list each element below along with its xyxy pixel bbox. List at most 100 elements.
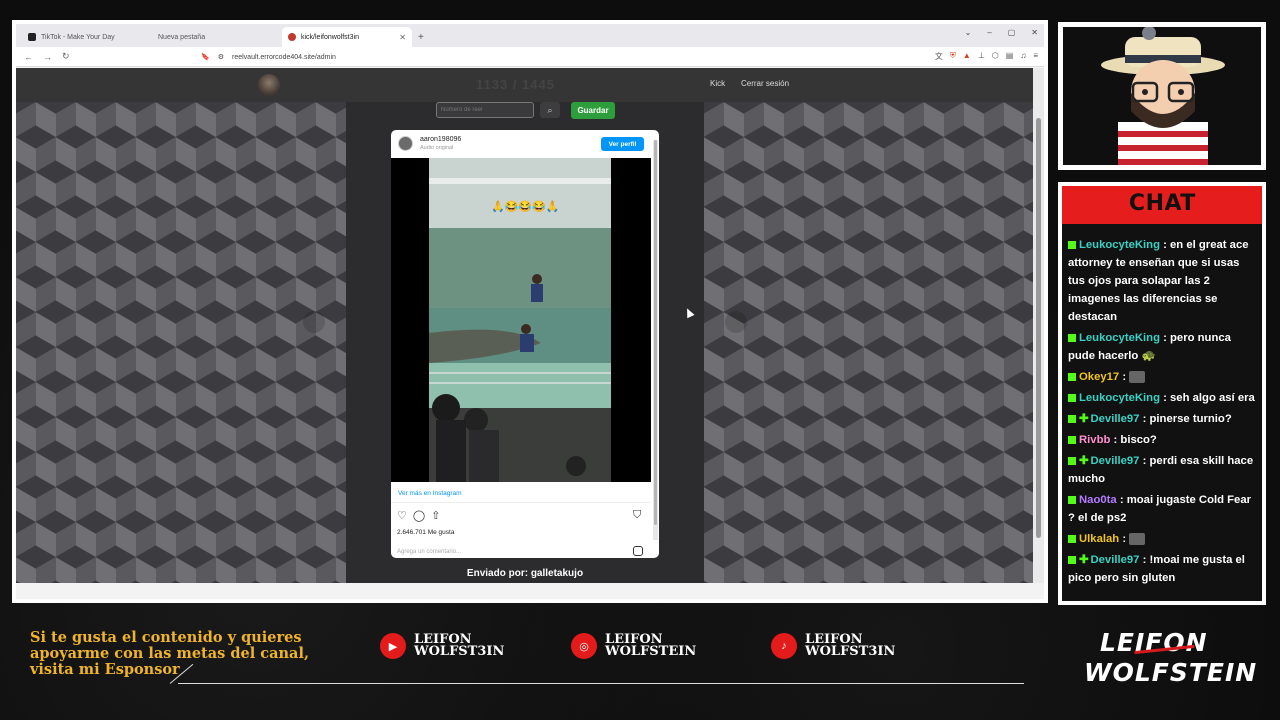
- pin-icon[interactable]: ⊥: [978, 51, 985, 62]
- tab-tiktok[interactable]: TikTok - Make Your Day: [22, 27, 152, 47]
- share-icon[interactable]: ⇧: [431, 509, 440, 522]
- kick-badge-icon: [1068, 241, 1076, 250]
- instagram-icon[interactable]: [633, 546, 643, 556]
- save-button[interactable]: Guardar: [571, 102, 615, 119]
- nav-bar: ← → ↻ 🔖 ⚙ reelvault.errorcode404.site/ad…: [16, 47, 1044, 67]
- comment-icon[interactable]: ◯: [413, 509, 425, 522]
- tiktok-icon: ♪: [771, 633, 797, 659]
- chat-message: Rivbb : bisco?: [1068, 431, 1258, 449]
- chat-message: Okey17 :: [1068, 368, 1258, 386]
- ig-scrollbar[interactable]: [653, 140, 658, 540]
- site-logo[interactable]: [258, 74, 280, 96]
- arrow-right-icon: →: [731, 316, 741, 328]
- chat-username[interactable]: LeukocyteKing: [1079, 332, 1160, 344]
- sidebar-icon[interactable]: ▤: [1006, 51, 1014, 62]
- tab-new[interactable]: Nueva pestaña: [152, 27, 282, 47]
- view-profile-button[interactable]: Ver perfil: [601, 137, 644, 151]
- video-emoji-caption: 🙏😂😂😂🙏: [491, 201, 560, 213]
- ig-audio-label[interactable]: Audio original: [420, 145, 453, 151]
- tab-label: kick/leifonwolfst3in: [301, 33, 359, 41]
- chat-title: CHAT: [1128, 190, 1196, 216]
- bookmark-icon[interactable]: ⛉: [633, 509, 641, 522]
- chat-username[interactable]: Deville97: [1090, 455, 1139, 467]
- chat-frame: LeukocyteKing : en el great ace attorney…: [1058, 182, 1266, 605]
- kick-badge-icon: [1068, 415, 1076, 424]
- reel-number-input[interactable]: [436, 102, 534, 118]
- search-button[interactable]: ⌕: [540, 102, 560, 118]
- new-tab-button[interactable]: +: [412, 32, 430, 47]
- menu-icon[interactable]: ≡: [1033, 51, 1038, 62]
- subscriber-badge-icon: ✚: [1079, 554, 1089, 566]
- rewards-icon[interactable]: ▲: [963, 51, 971, 62]
- address-bar[interactable]: 🔖 ⚙ reelvault.errorcode404.site/admin: [201, 50, 761, 64]
- chat-username[interactable]: LeukocyteKing: [1079, 392, 1160, 404]
- chat-messages: LeukocyteKing : en el great ace attorney…: [1068, 236, 1258, 590]
- window-controls: ⌄ – ▢ ✕: [965, 28, 1038, 37]
- emote-icon: [1129, 371, 1146, 384]
- browser-window: TikTok - Make Your Day Nueva pestaña kic…: [16, 24, 1044, 599]
- scrollbar-thumb[interactable]: [1036, 118, 1041, 538]
- media-icon[interactable]: ♫: [1020, 51, 1026, 62]
- chat-message: LeukocyteKing : en el great ace attorney…: [1068, 236, 1258, 326]
- chat-title-banner: CHAT: [1062, 186, 1262, 224]
- heart-icon[interactable]: ♡: [397, 509, 407, 522]
- ig-likes-count: 2.646.701 Me gusta: [397, 529, 455, 536]
- support-line: apoyarme con las metas del canal,: [30, 645, 309, 662]
- instagram-icon: ◎: [571, 633, 597, 659]
- kick-badge-icon: [1068, 457, 1076, 466]
- social-youtube: ▶ LEIFON WOLFST3IN: [380, 633, 504, 659]
- site-info-icon[interactable]: ⚙: [218, 53, 224, 61]
- close-window-icon[interactable]: ✕: [1031, 28, 1038, 37]
- view-more-on-instagram-link[interactable]: Ver más en Instagram: [398, 490, 462, 497]
- chat-text: : pinerse turnio?: [1142, 413, 1232, 425]
- chat-username[interactable]: Okey17: [1079, 371, 1119, 383]
- social-name-line: WOLFST3IN: [414, 644, 505, 659]
- chat-message: LeukocyteKing : seh algo así era: [1068, 389, 1258, 407]
- subscriber-badge-icon: ✚: [1079, 413, 1089, 425]
- tiktok-favicon-icon: [28, 33, 36, 41]
- close-tab-icon[interactable]: ✕: [399, 33, 406, 42]
- ig-action-bar: ♡ ◯ ⇧: [397, 509, 440, 522]
- chat-username[interactable]: Deville97: [1090, 554, 1139, 566]
- bookmark-icon[interactable]: 🔖: [201, 53, 210, 61]
- divider: [178, 683, 1024, 684]
- reelvault-favicon-icon: [288, 33, 296, 41]
- ig-username[interactable]: aaron198096: [420, 136, 461, 143]
- reel-video[interactable]: 🙏😂😂😂🙏: [391, 158, 651, 482]
- shield-icon[interactable]: ⛨: [950, 51, 956, 62]
- chat-panel: LeukocyteKing : en el great ace attorney…: [1062, 186, 1262, 601]
- page-scrollbar[interactable]: [1033, 68, 1044, 583]
- chat-username[interactable]: Ulkalah: [1079, 533, 1119, 545]
- social-name-line: WOLFST3IN: [805, 644, 896, 659]
- tab-list-icon[interactable]: ⌄: [965, 28, 972, 37]
- nav-kick-link[interactable]: Kick: [710, 79, 725, 88]
- background-pattern-right: [704, 102, 1033, 583]
- social-instagram: ◎ LEIFON WOLFSTEIN: [571, 633, 696, 659]
- chat-username[interactable]: Nao0ta: [1079, 494, 1117, 506]
- prev-reel-button[interactable]: ←: [303, 311, 325, 333]
- kick-badge-icon: [1068, 394, 1076, 403]
- chat-username[interactable]: LeukocyteKing: [1079, 239, 1160, 251]
- next-reel-button[interactable]: →: [725, 311, 747, 333]
- chat-message: ✚ Deville97 : pinerse turnio?: [1068, 410, 1258, 428]
- minimize-icon[interactable]: –: [987, 28, 991, 37]
- chat-username[interactable]: Deville97: [1090, 413, 1139, 425]
- forward-icon[interactable]: →: [43, 52, 52, 62]
- logout-link[interactable]: Cerrar sesión: [741, 79, 789, 88]
- instagram-embed: aaron198096 Audio original Ver perfil 🙏😂…: [391, 130, 659, 558]
- tab-kick[interactable]: kick/leifonwolfst3in ✕: [282, 27, 412, 47]
- maximize-icon[interactable]: ▢: [1008, 28, 1016, 37]
- back-icon[interactable]: ←: [24, 52, 33, 62]
- arrow-left-icon: ←: [309, 316, 319, 328]
- avatar-illustration: [1063, 27, 1261, 165]
- ig-avatar[interactable]: [398, 136, 413, 151]
- support-line: visita mi Esponsor: [30, 661, 180, 678]
- emote-icon: [1129, 533, 1146, 546]
- translate-icon[interactable]: 文: [935, 51, 943, 62]
- site-header: 1133 / 1445 Kick Cerrar sesión: [16, 68, 1033, 102]
- kick-badge-icon: [1068, 334, 1076, 343]
- ig-comment-input[interactable]: Agrega un comentario...: [397, 549, 461, 555]
- chat-username[interactable]: Rivbb: [1079, 434, 1110, 446]
- reload-icon[interactable]: ↻: [62, 51, 70, 62]
- extensions-icon[interactable]: ⬡: [992, 51, 999, 62]
